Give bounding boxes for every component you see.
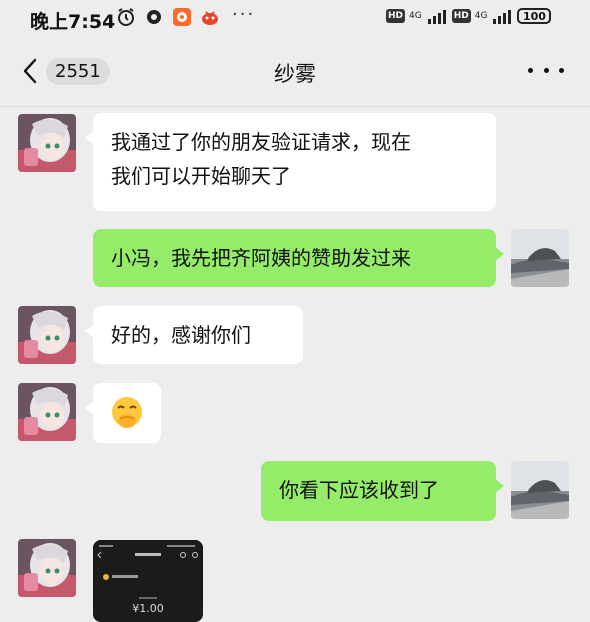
avatar-image — [18, 306, 76, 364]
message-text: 你看下应该收到了 — [279, 478, 439, 502]
hd-badge-2: HD — [451, 9, 471, 23]
status-right-icons: HD 4G HD 4G 100 — [386, 8, 552, 24]
message-text: 小冯，我先把齐阿姨的赞助发过来 — [111, 246, 411, 270]
signal-icon-2 — [493, 8, 512, 24]
avatar-image — [18, 114, 76, 172]
message-bubble-outgoing[interactable]: 你看下应该收到了 — [261, 461, 504, 521]
contact-avatar[interactable] — [18, 383, 76, 441]
my-avatar[interactable] — [511, 229, 569, 287]
message-bubble-incoming[interactable]: 好的，感谢你们 — [85, 306, 303, 364]
avatar-image — [18, 383, 76, 441]
message-bubble-incoming[interactable]: 我通过了你的朋友验证请求，现在 我们可以开始聊天了 — [85, 113, 496, 211]
contact-avatar[interactable] — [18, 306, 76, 364]
message-text: 好的，感谢你们 — [111, 323, 251, 347]
hd-badge-1: HD — [386, 9, 406, 23]
network-type-1: 4G — [409, 10, 422, 21]
more-dot-icon — [528, 67, 533, 73]
contact-avatar[interactable] — [18, 114, 76, 172]
status-bar: 晚上7:54 ··· HD 4G HD 4G 100 — [0, 0, 590, 36]
network-type-2: 4G — [474, 10, 488, 21]
video-app-icon — [173, 8, 191, 26]
avatar-image — [511, 461, 569, 519]
shopping-app-icon — [202, 11, 218, 25]
status-left-icons — [116, 7, 220, 27]
face-with-hand-over-mouth-icon — [112, 397, 142, 428]
message-text-line: 我们可以开始聊天了 — [111, 164, 291, 188]
message-bubble-outgoing[interactable]: 小冯，我先把齐阿姨的赞助发过来 — [93, 229, 504, 287]
chat-title: 纱雾 — [274, 62, 316, 86]
contact-avatar[interactable] — [18, 539, 76, 597]
more-dot-icon — [543, 67, 549, 73]
message-text-line: 我通过了你的朋友验证请求，现在 — [111, 130, 411, 154]
more-notifications-indicator: ··· — [232, 4, 256, 25]
status-time: 晚上7:54 — [30, 11, 116, 33]
app-notification-icon — [147, 10, 161, 24]
payment-amount: ¥1.00 — [132, 602, 164, 615]
chat-header: 2551 纱雾 — [0, 36, 590, 107]
more-options-button[interactable] — [528, 58, 564, 82]
battery-indicator: 100 — [517, 8, 552, 24]
message-bubble-emoji[interactable] — [85, 383, 161, 443]
more-dot-icon — [559, 67, 564, 73]
my-avatar[interactable] — [511, 461, 569, 519]
image-message[interactable]: ¥1.00 — [93, 540, 203, 622]
signal-icon-1 — [427, 8, 446, 24]
alarm-icon — [118, 8, 134, 26]
avatar-image — [18, 539, 76, 597]
avatar-image — [511, 229, 569, 287]
